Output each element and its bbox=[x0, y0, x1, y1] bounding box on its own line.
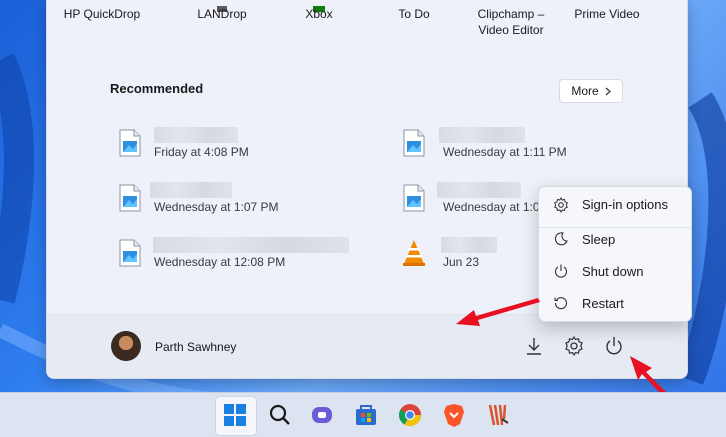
pinned-app-label: Xbox bbox=[305, 7, 333, 21]
menu-item-sign-in-options[interactable]: Sign-in options bbox=[539, 191, 691, 219]
chrome-icon[interactable] bbox=[394, 399, 426, 431]
recommended-heading: Recommended bbox=[110, 81, 204, 96]
pinned-app-todo[interactable]: To Do bbox=[359, 0, 469, 22]
recommended-item[interactable]: Wednesday at 1:07 PM bbox=[119, 182, 379, 218]
chevron-right-icon bbox=[605, 87, 611, 95]
recommended-item[interactable]: Wednesday at 1:11 PM bbox=[403, 127, 663, 163]
blurred-filename bbox=[150, 182, 232, 198]
pinned-app-label: LANDrop bbox=[197, 7, 247, 21]
restart-icon bbox=[554, 297, 567, 310]
blurred-filename bbox=[437, 182, 521, 198]
pinned-app-label: Clipchamp – Video Editor bbox=[477, 7, 545, 37]
menu-item-label: Sleep bbox=[582, 232, 616, 247]
search-icon[interactable] bbox=[264, 399, 296, 431]
more-button[interactable]: More bbox=[559, 79, 623, 103]
power-menu: Sign-in options Sleep Shut down Restart bbox=[538, 186, 692, 322]
menu-item-restart[interactable]: Restart bbox=[539, 290, 691, 318]
recommended-item-date: Wednesday at 1:07 PM bbox=[154, 200, 279, 214]
menu-item-shut-down[interactable]: Shut down bbox=[539, 258, 691, 286]
recommended-item-date: Wednesday at 1:11 PM bbox=[443, 145, 567, 159]
blurred-filename bbox=[439, 127, 525, 143]
power-icon[interactable] bbox=[603, 335, 625, 357]
blurred-filename bbox=[441, 237, 497, 253]
gear-icon bbox=[554, 197, 568, 213]
image-file-icon bbox=[119, 129, 141, 157]
downloads-icon[interactable] bbox=[523, 335, 545, 357]
pinned-app-label: HP QuickDrop bbox=[63, 7, 141, 21]
more-button-label: More bbox=[571, 84, 599, 98]
avatar[interactable] bbox=[111, 331, 141, 361]
blurred-filename bbox=[153, 237, 349, 253]
image-file-icon bbox=[403, 184, 425, 212]
pinned-app-label: To Do bbox=[398, 7, 430, 21]
recommended-item[interactable]: Friday at 4:08 PM bbox=[119, 127, 379, 163]
brave-icon[interactable] bbox=[438, 399, 470, 431]
power-icon bbox=[554, 264, 568, 278]
blurred-filename bbox=[154, 127, 238, 143]
menu-item-sleep[interactable]: Sleep bbox=[539, 226, 691, 254]
start-footer: Parth Sawhney bbox=[47, 315, 687, 378]
moon-icon bbox=[554, 232, 568, 246]
recommended-item[interactable]: Wednesday at 12:08 PM bbox=[119, 237, 379, 273]
menu-item-label: Shut down bbox=[582, 264, 644, 279]
user-name[interactable]: Parth Sawhney bbox=[155, 340, 236, 354]
image-file-icon bbox=[403, 129, 425, 157]
teams-chat-icon[interactable] bbox=[306, 399, 338, 431]
pinned-apps: HP QuickDrop LANDrop Xbox To Do Clipcham… bbox=[47, 0, 687, 50]
vlc-icon bbox=[403, 240, 425, 266]
pinned-app-prime-video[interactable]: Prime Video bbox=[552, 0, 662, 22]
app-icon[interactable] bbox=[482, 399, 514, 431]
pinned-app-label: Prime Video bbox=[574, 7, 640, 21]
settings-gear-icon[interactable] bbox=[563, 335, 585, 357]
pinned-app-clipchamp[interactable]: Clipchamp – Video Editor bbox=[456, 0, 566, 38]
recommended-item-date: Jun 23 bbox=[443, 255, 480, 269]
annotation-arrow-icon bbox=[456, 298, 540, 326]
store-icon[interactable] bbox=[350, 399, 382, 431]
pinned-app-xbox[interactable]: Xbox bbox=[264, 0, 374, 22]
pinned-app-landrop[interactable]: LANDrop bbox=[167, 0, 277, 22]
image-file-icon bbox=[119, 239, 141, 267]
windows-start-icon[interactable] bbox=[220, 400, 250, 430]
pinned-app-hp-quickdrop[interactable]: HP QuickDrop bbox=[47, 0, 157, 22]
menu-item-label: Restart bbox=[582, 296, 624, 311]
menu-item-label: Sign-in options bbox=[582, 197, 668, 212]
recommended-item-date: Wednesday at 12:08 PM bbox=[154, 255, 286, 269]
taskbar bbox=[0, 392, 726, 437]
recommended-item-date: Friday at 4:08 PM bbox=[154, 145, 249, 159]
image-file-icon bbox=[119, 184, 141, 212]
